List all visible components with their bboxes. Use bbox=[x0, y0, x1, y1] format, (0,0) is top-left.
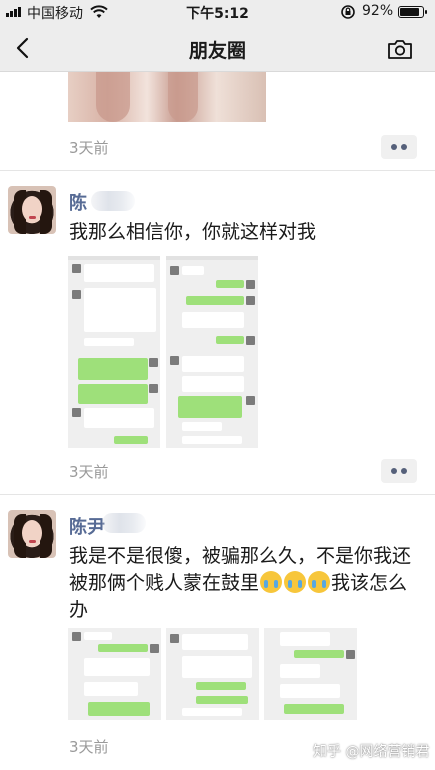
chat-screenshot[interactable] bbox=[166, 352, 258, 448]
post-divider bbox=[0, 170, 435, 171]
crying-face-icon bbox=[308, 571, 331, 593]
post-time: 3天前 bbox=[69, 139, 109, 157]
post-time: 3天前 bbox=[69, 463, 109, 481]
orientation-lock-icon bbox=[341, 5, 355, 19]
username[interactable]: 陈 bbox=[69, 189, 87, 215]
more-dots-icon[interactable] bbox=[381, 135, 417, 159]
name-redaction bbox=[102, 513, 146, 533]
chat-screenshot[interactable] bbox=[68, 352, 160, 448]
username[interactable]: 陈尹 bbox=[69, 513, 105, 539]
crying-face-icon bbox=[284, 571, 307, 593]
chat-screenshot[interactable] bbox=[68, 628, 161, 720]
status-bar: 中国移动 下午5:12 92% bbox=[0, 0, 435, 24]
post-text: 我那么相信你，你就这样对我 bbox=[69, 221, 317, 243]
chat-screenshot[interactable] bbox=[166, 256, 258, 352]
nav-bar: 朋友圈 bbox=[0, 24, 435, 72]
post-time: 3天前 bbox=[69, 738, 109, 756]
page-title: 朋友圈 bbox=[188, 40, 246, 62]
post-photo[interactable] bbox=[68, 72, 266, 122]
name-redaction bbox=[91, 191, 135, 211]
chat-screenshot[interactable] bbox=[264, 628, 357, 720]
camera-icon[interactable] bbox=[386, 37, 414, 61]
more-dots-icon[interactable] bbox=[381, 459, 417, 483]
crying-face-icon bbox=[260, 571, 283, 593]
avatar[interactable] bbox=[8, 510, 56, 558]
chat-screenshot[interactable] bbox=[166, 628, 259, 720]
battery-percent: 92% bbox=[362, 3, 394, 19]
battery-icon bbox=[398, 6, 427, 18]
post-divider bbox=[0, 494, 435, 495]
avatar[interactable] bbox=[8, 186, 56, 234]
watermark: 知乎 @网络营销君 bbox=[313, 744, 430, 760]
post-text: 我是不是很傻，被骗那么久，不是你我还被那俩个贱人蒙在鼓里 我该怎么办 bbox=[69, 543, 421, 624]
chat-screenshot[interactable] bbox=[68, 256, 160, 352]
